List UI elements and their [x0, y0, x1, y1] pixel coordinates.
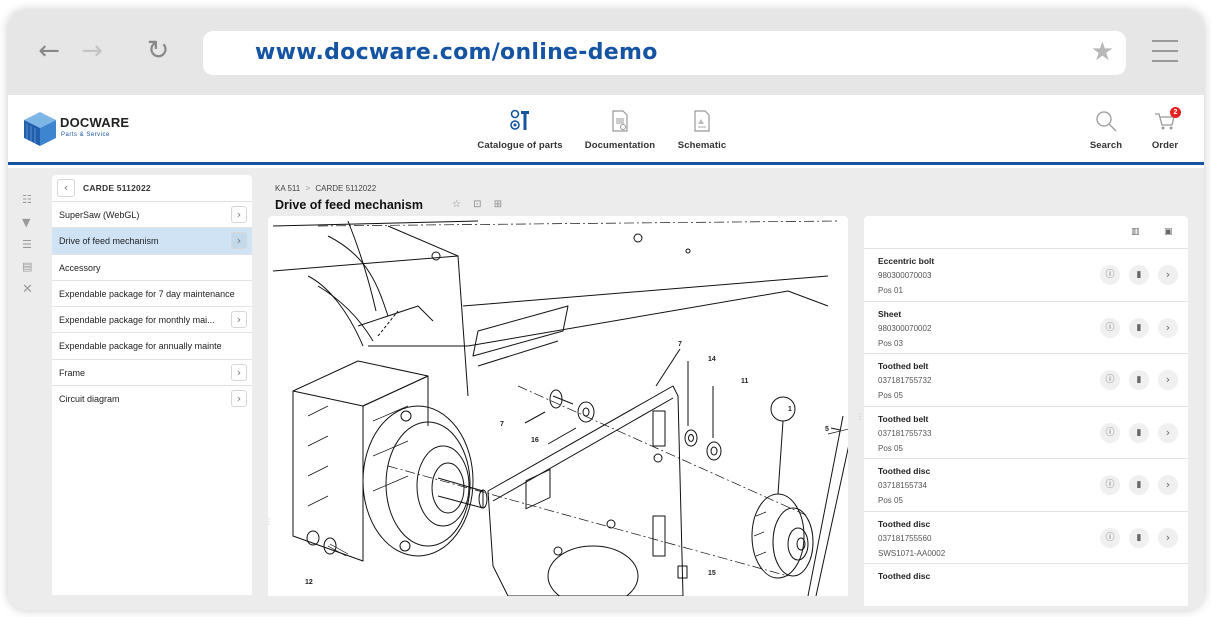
- order-button[interactable]: 2 Order: [1145, 107, 1185, 151]
- part-row[interactable]: Toothed disc 03718155734 Pos 05 ⓘ ▮ ›: [864, 459, 1188, 512]
- nav-schematic[interactable]: Schematic: [673, 108, 731, 151]
- parts-list-panel: ▥ ▣ Eccentric bolt 980300070003 Pos 01 ⓘ…: [864, 216, 1188, 606]
- bookmark-star-icon[interactable]: ★: [1091, 37, 1114, 67]
- chevron-right-icon[interactable]: ›: [1158, 317, 1178, 338]
- list-icon[interactable]: ☰: [22, 238, 32, 251]
- breadcrumb-current: CARDE 5112022: [315, 184, 377, 193]
- browser-toolbar: ← → ↻ www.docware.com/online-demo ★: [8, 10, 1204, 95]
- grid-icon[interactable]: ⊞: [494, 199, 502, 210]
- part-row[interactable]: Toothed disc 037181755560 SWS1071-AA0002…: [864, 512, 1188, 564]
- breadcrumb: KA 511 > CARDE 5112022: [275, 184, 376, 193]
- chevron-right-icon[interactable]: ›: [1158, 422, 1178, 443]
- app-header: DOCWARE Parts & Service Catalogue of par…: [8, 95, 1204, 165]
- tree-back-button[interactable]: ‹: [57, 179, 75, 197]
- info-icon[interactable]: ⓘ: [1100, 422, 1120, 443]
- columns-view-icon[interactable]: ▥: [1131, 227, 1140, 237]
- callout-1[interactable]: 1: [788, 406, 792, 413]
- tree-title: CARDE 5112022: [83, 183, 151, 193]
- callout-14[interactable]: 14: [708, 356, 716, 363]
- part-row[interactable]: Sheet 980300070002 Pos 03 ⓘ ▮ ›: [864, 302, 1188, 354]
- callout-11[interactable]: 11: [741, 378, 748, 385]
- add-to-cart-icon[interactable]: ▮: [1129, 422, 1149, 443]
- back-arrow-icon[interactable]: ←: [32, 36, 66, 66]
- part-row[interactable]: Eccentric bolt 980300070003 Pos 01 ⓘ ▮ ›: [864, 249, 1188, 302]
- chevron-right-icon[interactable]: ›: [231, 390, 247, 408]
- tree-item-annual-maintenance[interactable]: Expendable package for annually mainte: [52, 333, 252, 360]
- left-tool-strip: ☷ ▼ ☰ ▤ ✕: [8, 168, 51, 610]
- search-icon: [1086, 108, 1126, 134]
- logo-subtitle: Parts & Service: [61, 132, 110, 138]
- parts-toolbar: ▥ ▣: [864, 216, 1188, 249]
- tree-item-monthly-maintenance[interactable]: Expendable package for monthly mai... ›: [52, 307, 252, 334]
- part-row[interactable]: Toothed belt 037181755732 Pos 05 ⓘ ▮ ›: [864, 354, 1188, 407]
- callout-15[interactable]: 15: [708, 570, 716, 577]
- address-bar[interactable]: www.docware.com/online-demo ★: [203, 31, 1126, 75]
- info-icon[interactable]: ⓘ: [1100, 265, 1120, 285]
- order-count-badge: 2: [1170, 107, 1181, 118]
- page-title: Drive of feed mechanism: [275, 198, 423, 212]
- nav-documentation[interactable]: Documentation: [579, 108, 661, 151]
- parts-catalogue-icon: [475, 108, 565, 134]
- forward-arrow-icon[interactable]: →: [75, 36, 109, 66]
- add-to-cart-icon[interactable]: ▮: [1129, 317, 1149, 338]
- chevron-right-icon[interactable]: ›: [231, 232, 247, 250]
- chevron-right-icon[interactable]: ›: [231, 363, 247, 381]
- filter-icon[interactable]: ▼: [22, 216, 30, 229]
- user-card-icon[interactable]: ▣: [1164, 227, 1173, 237]
- add-to-cart-icon[interactable]: ▮: [1129, 527, 1149, 548]
- tree-header: ‹ CARDE 5112022: [52, 175, 252, 202]
- part-row[interactable]: Toothed disc: [864, 564, 1188, 617]
- schematic-icon: [673, 108, 731, 134]
- download-icon[interactable]: ⊡: [473, 199, 481, 210]
- left-splitter-handle[interactable]: ⋮: [265, 518, 273, 526]
- cart-icon: 2: [1145, 107, 1185, 134]
- add-to-cart-icon[interactable]: ▮: [1129, 475, 1149, 495]
- info-icon[interactable]: ⓘ: [1100, 527, 1120, 548]
- callout-16[interactable]: 16: [531, 437, 539, 444]
- chevron-right-icon[interactable]: ›: [1158, 370, 1178, 390]
- navigation-tree: ‹ CARDE 5112022 SuperSaw (WebGL) › Drive…: [52, 175, 252, 595]
- favorite-star-icon[interactable]: ☆: [452, 199, 461, 210]
- chevron-right-icon[interactable]: ›: [231, 206, 247, 223]
- reload-icon[interactable]: ↻: [141, 36, 175, 66]
- nav-catalogue-of-parts[interactable]: Catalogue of parts: [475, 108, 565, 151]
- documentation-icon: [579, 108, 661, 134]
- info-icon[interactable]: ⓘ: [1100, 475, 1120, 495]
- info-icon[interactable]: ⓘ: [1100, 370, 1120, 390]
- callout-12[interactable]: 12: [305, 579, 313, 586]
- browser-menu-icon[interactable]: [1152, 40, 1178, 62]
- chevron-right-icon[interactable]: ›: [1158, 265, 1178, 285]
- tree-item-frame[interactable]: Frame ›: [52, 360, 252, 387]
- docware-logo-icon: [24, 112, 56, 146]
- chevron-right-icon[interactable]: ›: [231, 311, 247, 329]
- breadcrumb-root[interactable]: KA 511: [275, 184, 300, 193]
- tree-item-accessory[interactable]: Accessory: [52, 255, 252, 281]
- add-to-cart-icon[interactable]: ▮: [1129, 265, 1149, 285]
- chevron-right-icon[interactable]: ›: [1158, 527, 1178, 548]
- search-button[interactable]: Search: [1086, 108, 1126, 151]
- tree-view-icon[interactable]: ☷: [22, 193, 32, 206]
- callout-7[interactable]: 7: [678, 341, 682, 348]
- callout-7b[interactable]: 7: [500, 421, 504, 428]
- exploded-view-drawing[interactable]: 7 14 11 1 5 7 16 12 15: [268, 216, 848, 596]
- chevron-right-icon[interactable]: ›: [1158, 475, 1178, 495]
- right-splitter-handle[interactable]: ⋮: [856, 413, 864, 421]
- tree-item-supersaw[interactable]: SuperSaw (WebGL) ›: [52, 202, 252, 229]
- tree-item-7-day-maintenance[interactable]: Expendable package for 7 day maintenance: [52, 281, 252, 308]
- url-text: www.docware.com/online-demo: [255, 40, 658, 65]
- logo-text: DOCWARE: [60, 115, 130, 130]
- part-row[interactable]: Toothed belt 037181755733 Pos 05 ⓘ ▮ ›: [864, 407, 1188, 459]
- add-to-cart-icon[interactable]: ▮: [1129, 370, 1149, 390]
- print-icon[interactable]: ▤: [22, 260, 32, 273]
- tree-item-drive-of-feed-mechanism[interactable]: Drive of feed mechanism ›: [52, 228, 252, 255]
- title-actions: ☆ ⊡ ⊞: [452, 199, 511, 210]
- callout-5[interactable]: 5: [825, 426, 829, 433]
- info-icon[interactable]: ⓘ: [1100, 317, 1120, 338]
- tree-item-circuit-diagram[interactable]: Circuit diagram ›: [52, 386, 252, 412]
- tools-icon[interactable]: ✕: [22, 282, 33, 297]
- breadcrumb-separator: >: [305, 184, 311, 193]
